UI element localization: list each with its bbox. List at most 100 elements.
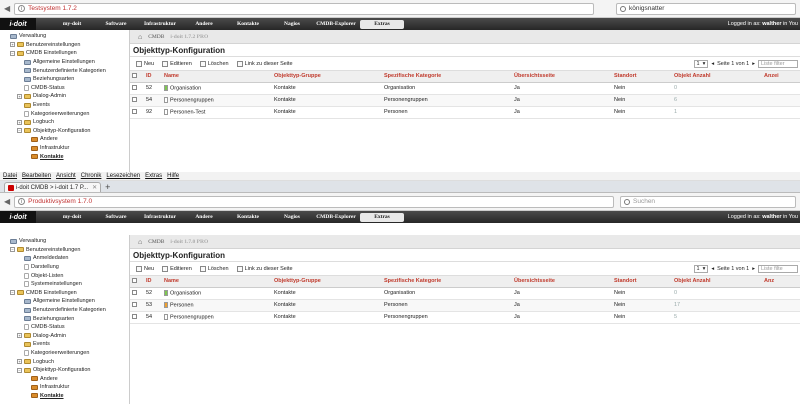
page-select[interactable]: 1 ▾ [693, 264, 709, 273]
new-tab-button[interactable]: + [105, 182, 110, 192]
tree-item-cmdb-status[interactable]: CMDB-Status [3, 84, 129, 93]
nav-kontakte[interactable]: Kontakte [226, 214, 270, 220]
column-header-übersichtsseite[interactable]: Übersichtsseite [512, 71, 612, 83]
browser-tab[interactable]: i-doit CMDB > i-doit 1.7 P... ✕ [4, 182, 102, 192]
tree-item-logbuch[interactable]: + Logbuch [3, 118, 129, 127]
user-name[interactable]: walther [762, 21, 781, 27]
column-header-standort[interactable]: Standort [612, 71, 672, 83]
tree-item-benutzereinstellungen[interactable]: + Benutzereinstellungen [3, 41, 129, 50]
nav-nagios[interactable]: Nagios [270, 21, 314, 27]
row-checkbox[interactable] [132, 108, 137, 114]
user-name[interactable]: walther [762, 214, 781, 220]
table-row[interactable]: 52 Organisation Kontakte Organisation Ja Nein… [130, 82, 800, 95]
tree-item-verwaltung[interactable]: Verwaltung [3, 237, 129, 246]
new-button[interactable]: Neu [136, 265, 154, 272]
column-header-objekttyp-gruppe[interactable]: Objekttyp-Gruppe [272, 276, 382, 288]
next-page-icon[interactable]: ▸ [752, 61, 755, 67]
expand-icon[interactable]: + [17, 359, 22, 365]
menu-bearbeiten[interactable]: Bearbeiten [22, 173, 51, 179]
logo[interactable]: i-doit [0, 211, 36, 223]
nav-extras[interactable]: Extras [360, 19, 404, 29]
select-all-checkbox[interactable] [132, 277, 137, 283]
info-icon[interactable]: i [18, 198, 26, 205]
search-field[interactable]: königsnatter [616, 2, 796, 15]
expand-icon[interactable]: + [17, 93, 22, 99]
expand-icon[interactable]: + [17, 119, 22, 125]
column-header-name[interactable]: Name [162, 276, 272, 288]
nav-my-doit[interactable]: my-doit [50, 214, 94, 220]
tree-item-benutzereinstellungen[interactable]: − Benutzereinstellungen [3, 246, 129, 255]
nav-nagios[interactable]: Nagios [270, 214, 314, 220]
table-row[interactable]: 92 Personen-Test Kontakte Personen Ja Nein 1 [130, 106, 800, 119]
nav-infrastruktur[interactable]: Infrastruktur [138, 21, 182, 27]
tree-item-beziehungsarten[interactable]: Beziehungsarten [3, 314, 129, 323]
tree-item-dialog-admin[interactable]: + Dialog-Admin [3, 92, 129, 101]
nav-extras[interactable]: Extras [360, 212, 404, 222]
column-header-spezifische-kategorie[interactable]: Spezifische Kategorie [382, 276, 512, 288]
url-field[interactable]: i Testsystem 1.7.2 [14, 2, 595, 15]
column-header-spezifische-kategorie[interactable]: Spezifische Kategorie [382, 71, 512, 83]
menu-datei[interactable]: Datei [3, 173, 17, 179]
tree-item-cmdb-einstellungen[interactable]: − CMDB Einstellungen [3, 289, 129, 298]
tree-item-infrastruktur[interactable]: Infrastruktur [3, 144, 129, 153]
column-header-standort[interactable]: Standort [612, 276, 672, 288]
column-header-anzei[interactable]: Anzei [762, 71, 800, 83]
collapse-icon[interactable]: − [17, 367, 22, 373]
close-tab-icon[interactable]: ✕ [92, 184, 97, 191]
nav-my-doit[interactable]: my-doit [50, 21, 94, 27]
tree-item-andere[interactable]: Andere [3, 375, 129, 384]
tree-item-kategorieerweiterungen[interactable]: Kategorieerweiterungen [3, 349, 129, 358]
tree-item-infrastruktur[interactable]: Infrastruktur [3, 383, 129, 392]
menu-extras[interactable]: Extras [145, 173, 162, 179]
column-header-objekttyp-gruppe[interactable]: Objekttyp-Gruppe [272, 71, 382, 83]
table-row[interactable]: 54 Personengruppen Kontakte Personengruppen… [130, 311, 800, 324]
tree-item-allgemeine-einstellungen[interactable]: Allgemeine Einstellungen [3, 58, 129, 67]
row-checkbox[interactable] [132, 313, 137, 319]
home-icon[interactable]: ⌂ [138, 238, 142, 246]
table-row[interactable]: 54 Personengruppen Kontakte Personengruppen… [130, 94, 800, 107]
link-button[interactable]: Link zu dieser Seite [236, 60, 293, 67]
column-header-übersichtsseite[interactable]: Übersichtsseite [512, 276, 612, 288]
tree-item-dialog-admin[interactable]: + Dialog-Admin [3, 332, 129, 341]
tree-item-andere[interactable]: Andere [3, 135, 129, 144]
collapse-icon[interactable]: − [10, 50, 15, 56]
select-all-checkbox[interactable] [132, 72, 137, 78]
link-button[interactable]: Link zu dieser Seite [236, 265, 293, 272]
collapse-icon[interactable]: − [10, 290, 15, 296]
tree-item-kontakte[interactable]: Kontakte [3, 152, 129, 161]
page-select[interactable]: 1 ▾ [693, 59, 709, 68]
back-icon[interactable]: ◀ [4, 197, 10, 206]
tree-item-cmdb-einstellungen[interactable]: − CMDB Einstellungen [3, 49, 129, 58]
nav-software[interactable]: Software [94, 214, 138, 220]
tree-item-darstellung[interactable]: Darstellung [3, 263, 129, 272]
list-filter-input[interactable]: Liste filte [758, 264, 798, 273]
tree-item-kontakte[interactable]: Kontakte [3, 392, 129, 401]
url-field[interactable]: i Produktivsystem 1.7.0 [14, 195, 615, 208]
info-icon[interactable]: i [18, 5, 26, 12]
new-button[interactable]: Neu [136, 60, 154, 67]
tree-item-anmeldedaten[interactable]: Anmeldedaten [3, 254, 129, 263]
column-header-id[interactable]: ID [144, 276, 162, 288]
table-row[interactable]: 52 Organisation Kontakte Organisation Ja Nein… [130, 287, 800, 300]
tree-item-events[interactable]: Events [3, 101, 129, 110]
row-checkbox[interactable] [132, 84, 137, 90]
tree-item-objekt-listen[interactable]: Objekt-Listen [3, 271, 129, 280]
row-checkbox[interactable] [132, 96, 137, 102]
prev-page-icon[interactable]: ◂ [711, 61, 714, 67]
breadcrumb-cmdb[interactable]: CMDB [148, 34, 164, 40]
column-header-anz[interactable]: Anz [762, 276, 800, 288]
tree-item-objekttyp-konfiguration[interactable]: − Objekttyp-Konfiguration [3, 366, 129, 375]
menu-chronik[interactable]: Chronik [81, 173, 102, 179]
column-header-id[interactable]: ID [144, 71, 162, 83]
expand-icon[interactable]: + [10, 42, 15, 48]
next-page-icon[interactable]: ▸ [752, 266, 755, 272]
tree-item-benutzerdefinierte-kategorien[interactable]: Benutzerdefinierte Kategorien [3, 306, 129, 315]
column-header-objekt-anzahl[interactable]: Objekt Anzahl [672, 276, 762, 288]
nav-software[interactable]: Software [94, 21, 138, 27]
table-row[interactable]: 53 Personen Kontakte Personen Ja Nein 17 [130, 299, 800, 312]
nav-andere[interactable]: Andere [182, 214, 226, 220]
nav-cmdb-explorer[interactable]: CMDB-Explorer [314, 21, 358, 27]
tree-item-beziehungsarten[interactable]: Beziehungsarten [3, 75, 129, 84]
tree-item-benutzerdefinierte-kategorien[interactable]: Benutzerdefinierte Kategorien [3, 66, 129, 75]
tree-item-cmdb-status[interactable]: CMDB-Status [3, 323, 129, 332]
